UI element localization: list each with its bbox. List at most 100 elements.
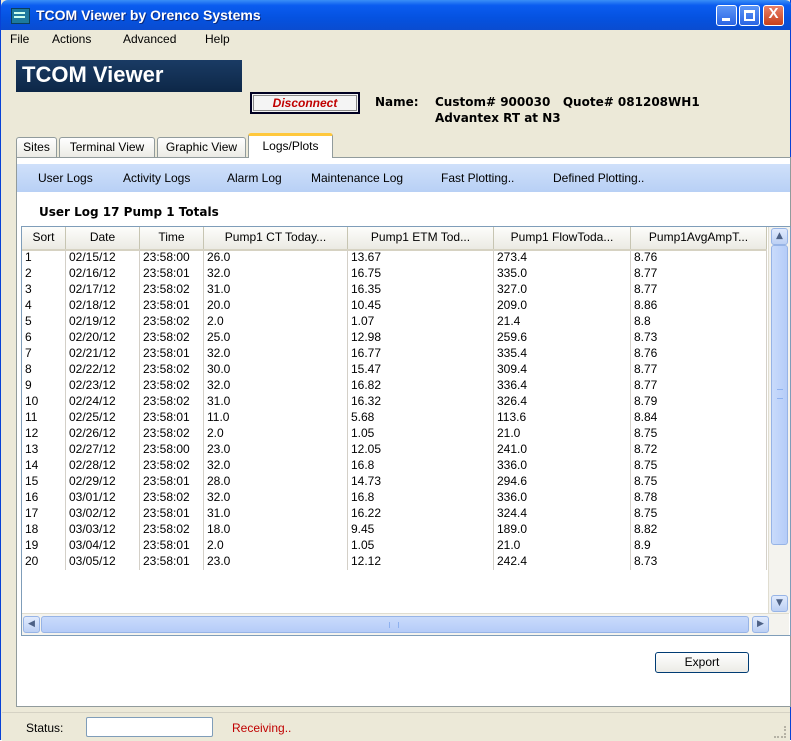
- cell-ct-today: 28.0: [204, 474, 348, 490]
- subnav-user-logs[interactable]: User Logs: [38, 171, 93, 185]
- table-row[interactable]: 10 02/24/12 23:58:02 31.0 16.32 326.4 8.79: [22, 394, 767, 410]
- tab-terminal-view[interactable]: Terminal View: [59, 137, 155, 157]
- table-row[interactable]: 19 03/04/12 23:58:01 2.0 1.05 21.0 8.9: [22, 538, 767, 554]
- subnav-defined-plotting[interactable]: Defined Plotting..: [553, 171, 644, 185]
- table-row[interactable]: 12 02/26/12 23:58:02 2.0 1.05 21.0 8.75: [22, 426, 767, 442]
- col-pump1-etm-today[interactable]: Pump1 ETM Tod...: [348, 227, 494, 249]
- status-field: [86, 717, 213, 737]
- cell-etm-today: 5.68: [348, 410, 494, 426]
- cell-flow-today: 327.0: [494, 282, 631, 298]
- cell-etm-today: 12.12: [348, 554, 494, 570]
- cell-date: 02/29/12: [66, 474, 140, 490]
- cell-avg-amp: 8.8: [631, 314, 767, 330]
- scroll-right-button[interactable]: ▶: [752, 616, 769, 633]
- cell-etm-today: 13.67: [348, 250, 494, 266]
- resize-grip-icon[interactable]: [774, 726, 786, 738]
- table-header: Sort Date Time Pump1 CT Today... Pump1 E…: [22, 227, 767, 251]
- cell-ct-today: 32.0: [204, 458, 348, 474]
- cell-ct-today: 32.0: [204, 346, 348, 362]
- cell-ct-today: 23.0: [204, 554, 348, 570]
- cell-time: 23:58:02: [140, 314, 204, 330]
- cell-date: 02/20/12: [66, 330, 140, 346]
- cell-etm-today: 12.05: [348, 442, 494, 458]
- logo-text: TCOM Viewer: [22, 62, 164, 87]
- menu-actions[interactable]: Actions: [52, 32, 91, 46]
- table-row[interactable]: 2 02/16/12 23:58:01 32.0 16.75 335.0 8.77: [22, 266, 767, 282]
- tab-sites[interactable]: Sites: [16, 137, 57, 157]
- cell-avg-amp: 8.82: [631, 522, 767, 538]
- cell-ct-today: 2.0: [204, 538, 348, 554]
- cell-avg-amp: 8.73: [631, 554, 767, 570]
- cell-ct-today: 31.0: [204, 282, 348, 298]
- table-row[interactable]: 14 02/28/12 23:58:02 32.0 16.8 336.0 8.75: [22, 458, 767, 474]
- cell-date: 03/03/12: [66, 522, 140, 538]
- table-row[interactable]: 7 02/21/12 23:58:01 32.0 16.77 335.4 8.76: [22, 346, 767, 362]
- cell-sort: 17: [22, 506, 66, 522]
- table-row[interactable]: 13 02/27/12 23:58:00 23.0 12.05 241.0 8.72: [22, 442, 767, 458]
- close-button[interactable]: X: [763, 5, 784, 26]
- col-pump1-avg-amp[interactable]: Pump1AvgAmpT...: [631, 227, 767, 249]
- cell-time: 23:58:01: [140, 474, 204, 490]
- scroll-left-button[interactable]: ◀: [23, 616, 40, 633]
- menu-file[interactable]: File: [10, 32, 29, 46]
- cell-flow-today: 21.0: [494, 426, 631, 442]
- export-button[interactable]: Export: [655, 652, 749, 673]
- cell-sort: 15: [22, 474, 66, 490]
- cell-date: 02/22/12: [66, 362, 140, 378]
- cell-etm-today: 16.8: [348, 490, 494, 506]
- cell-avg-amp: 8.84: [631, 410, 767, 426]
- col-pump1-flow-today[interactable]: Pump1 FlowToda...: [494, 227, 631, 249]
- status-label: Status:: [26, 721, 64, 735]
- horizontal-scrollbar[interactable]: ◀ ▶: [22, 613, 789, 635]
- col-date[interactable]: Date: [66, 227, 140, 249]
- subnav-maintenance-log[interactable]: Maintenance Log: [311, 171, 403, 185]
- col-time[interactable]: Time: [140, 227, 204, 249]
- subnav-alarm-log[interactable]: Alarm Log: [227, 171, 282, 185]
- menu-advanced[interactable]: Advanced: [123, 32, 176, 46]
- cell-time: 23:58:00: [140, 250, 204, 266]
- cell-sort: 5: [22, 314, 66, 330]
- cell-etm-today: 14.73: [348, 474, 494, 490]
- scroll-down-button[interactable]: ▼: [771, 595, 788, 612]
- vertical-scroll-thumb[interactable]: [771, 245, 788, 545]
- cell-time: 23:58:02: [140, 426, 204, 442]
- col-sort[interactable]: Sort: [22, 227, 66, 249]
- tab-graphic-view[interactable]: Graphic View: [157, 137, 246, 157]
- table-row[interactable]: 5 02/19/12 23:58:02 2.0 1.07 21.4 8.8: [22, 314, 767, 330]
- table-row[interactable]: 20 03/05/12 23:58:01 23.0 12.12 242.4 8.73: [22, 554, 767, 570]
- table-row[interactable]: 11 02/25/12 23:58:01 11.0 5.68 113.6 8.84: [22, 410, 767, 426]
- cell-etm-today: 16.77: [348, 346, 494, 362]
- table-row[interactable]: 15 02/29/12 23:58:01 28.0 14.73 294.6 8.75: [22, 474, 767, 490]
- subnav-activity-logs[interactable]: Activity Logs: [123, 171, 190, 185]
- cell-time: 23:58:00: [140, 442, 204, 458]
- disconnect-button[interactable]: Disconnect: [250, 92, 360, 114]
- table-row[interactable]: 17 03/02/12 23:58:01 31.0 16.22 324.4 8.75: [22, 506, 767, 522]
- menu-help[interactable]: Help: [205, 32, 230, 46]
- subnav-fast-plotting[interactable]: Fast Plotting..: [441, 171, 514, 185]
- cell-etm-today: 16.35: [348, 282, 494, 298]
- table-row[interactable]: 4 02/18/12 23:58:01 20.0 10.45 209.0 8.86: [22, 298, 767, 314]
- table-row[interactable]: 9 02/23/12 23:58:02 32.0 16.82 336.4 8.77: [22, 378, 767, 394]
- cell-sort: 3: [22, 282, 66, 298]
- cell-flow-today: 21.4: [494, 314, 631, 330]
- log-table[interactable]: Sort Date Time Pump1 CT Today... Pump1 E…: [21, 226, 791, 636]
- horizontal-scroll-thumb[interactable]: [41, 616, 749, 633]
- cell-flow-today: 309.4: [494, 362, 631, 378]
- tab-logs-plots[interactable]: Logs/Plots: [248, 133, 333, 158]
- vertical-scrollbar[interactable]: ▲ ▼: [768, 227, 790, 613]
- table-row[interactable]: 6 02/20/12 23:58:02 25.0 12.98 259.6 8.73: [22, 330, 767, 346]
- minimize-button[interactable]: [716, 5, 737, 26]
- title-bar[interactable]: TCOM Viewer by Orenco Systems X: [1, 0, 791, 30]
- cell-flow-today: 259.6: [494, 330, 631, 346]
- table-row[interactable]: 16 03/01/12 23:58:02 32.0 16.8 336.0 8.78: [22, 490, 767, 506]
- table-row[interactable]: 3 02/17/12 23:58:02 31.0 16.35 327.0 8.77: [22, 282, 767, 298]
- col-pump1-ct-today[interactable]: Pump1 CT Today...: [204, 227, 348, 249]
- table-row[interactable]: 18 03/03/12 23:58:02 18.0 9.45 189.0 8.82: [22, 522, 767, 538]
- table-row[interactable]: 1 02/15/12 23:58:00 26.0 13.67 273.4 8.76: [22, 250, 767, 266]
- app-logo: TCOM Viewer: [16, 60, 242, 92]
- cell-time: 23:58:01: [140, 410, 204, 426]
- table-row[interactable]: 8 02/22/12 23:58:02 30.0 15.47 309.4 8.77: [22, 362, 767, 378]
- scroll-up-button[interactable]: ▲: [771, 228, 788, 245]
- maximize-button[interactable]: [739, 5, 760, 26]
- cell-time: 23:58:02: [140, 282, 204, 298]
